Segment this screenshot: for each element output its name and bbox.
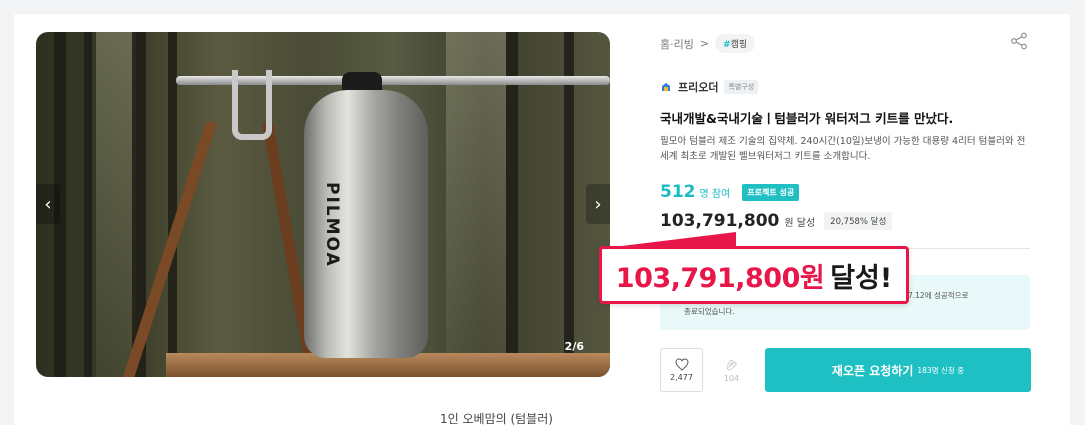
tree-trunk [84,32,92,377]
percent-badge: 20,758% 달성 [824,212,893,230]
clap-icon [725,358,737,370]
metal-clamp [232,70,272,140]
reopen-request-button[interactable]: 재오픈 요청하기 183명 신청 중 [765,348,1031,392]
project-description: 필모아 텀블러 제조 기술의 집약체. 240시간(10일)보냉이 가능한 대용… [660,136,1026,162]
amount-value: 103,791,800 [660,211,780,231]
background-light [96,32,136,377]
hash-symbol: # [723,40,731,50]
share-icon[interactable] [1010,32,1028,50]
notice-line-2: 종료되었습니다. [684,307,735,316]
cheer-button[interactable]: 104 [710,348,753,392]
project-title: 국내개발&국내기술ㅣ텀블러가 워터저그 키트를 만났다. [660,111,954,126]
breadcrumb-separator: > [699,37,710,50]
breadcrumb-tag[interactable]: #캠핑 [715,34,756,53]
notice-line-1: 7.12에 성공적으로 [908,291,969,300]
tag-label: 캠핑 [730,40,748,50]
chevron-right-icon: › [594,193,602,215]
success-badge: 프로젝트 성공 [742,184,800,201]
bottle-brand-text: PILMOA [322,182,342,268]
gallery-next-button[interactable]: › [586,184,610,224]
chevron-left-icon: ‹ [44,193,52,215]
highlight-overlay-banner: 103,791,800원 달성! [599,246,909,304]
special-badge: 특별구성 [724,80,759,94]
cta-label: 재오픈 요청하기 [831,363,914,378]
cta-sub-label: 183명 신청 중 [917,365,965,375]
participants-stat: 512 명 참여 프로젝트 성공 [660,182,800,203]
amount-stat: 103,791,800 원 달성 20,758% 달성 [660,211,893,232]
like-count: 2,477 [670,373,693,382]
participants-unit: 명 참여 [699,189,731,200]
like-button[interactable]: 2,477 [660,348,703,392]
product-image-gallery[interactable]: PILMOA 2/6 [36,32,610,377]
preorder-icon [662,83,670,91]
cheer-count: 104 [723,373,740,383]
breadcrumb-category[interactable]: 홈·리빙 [660,36,694,52]
maker-info[interactable]: 프리오더 특별구성 [660,79,759,95]
bottom-section-peek: 1인 오베맘의 (텀블러) [440,412,553,425]
image-counter: 2/6 [564,340,584,353]
amount-unit: 원 달성 [784,218,816,229]
overlay-amount: 103,791,800원 [615,262,825,294]
gallery-prev-button[interactable]: ‹ [36,184,60,224]
heart-icon [674,358,689,371]
maker-name: 프리오더 [678,81,719,94]
breadcrumb: 홈·리빙 > #캠핑 [660,34,756,53]
tree-trunk [168,32,177,377]
overlay-suffix: 달성! [830,262,893,294]
participants-count: 512 [660,182,696,202]
